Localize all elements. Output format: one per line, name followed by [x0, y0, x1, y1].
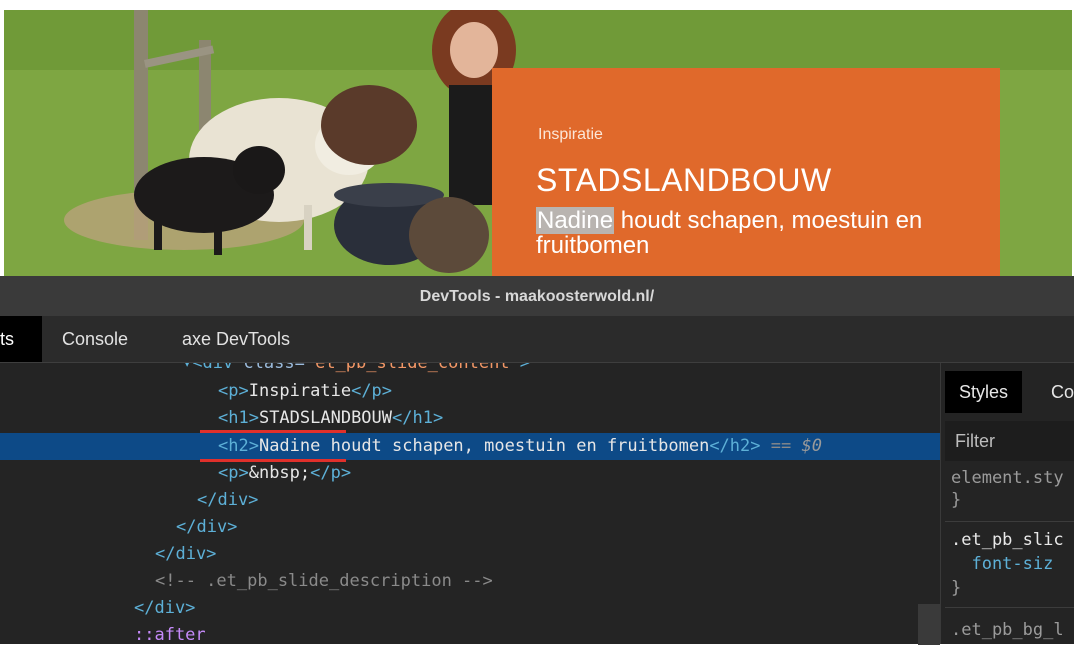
- rule-element-style-close: }: [951, 490, 962, 510]
- styles-filter-input[interactable]: [945, 421, 1074, 461]
- hero-subtitle: Nadine houdt schapen, moestuin en fruitb…: [536, 207, 936, 258]
- dom-node-div-slide-content[interactable]: ▾<div class="et_pb_slide_content">: [182, 363, 940, 377]
- tab-elements[interactable]: ts: [0, 316, 42, 362]
- devtools-tab-bar: ts Console axe DevTools: [0, 316, 1074, 363]
- tab-axe-devtools[interactable]: axe DevTools: [168, 316, 304, 362]
- tab-console[interactable]: Console: [48, 316, 142, 362]
- elements-scrollbar[interactable]: [918, 604, 940, 645]
- styles-sidebar: Styles Co element.sty } .et_pb_slic font…: [940, 363, 1074, 644]
- dom-node-close-div-1[interactable]: </div>: [197, 487, 940, 514]
- dom-node-comment[interactable]: <!-- .et_pb_slide_description -->: [155, 568, 940, 595]
- rule-divider: [945, 521, 1074, 522]
- elements-panel: ▾<div class="et_pb_slide_content"> <p>In…: [0, 363, 940, 644]
- hero-subtitle-highlight: Nadine: [536, 207, 615, 234]
- dom-node-after-pseudo[interactable]: ::after: [134, 622, 940, 644]
- tab-computed[interactable]: Co: [1037, 371, 1074, 413]
- hero-banner: Inspiratie STADSLANDBOUW Nadine houdt sc…: [4, 10, 1072, 276]
- rule-divider-2: [945, 607, 1074, 608]
- dom-node-close-div-2[interactable]: </div>: [176, 514, 940, 541]
- sidebar-tab-bar: Styles Co: [941, 363, 1074, 413]
- rule-slide-property[interactable]: font-siz: [951, 553, 1053, 575]
- dom-node-p-nbsp[interactable]: <p>&nbsp;</p>: [218, 460, 940, 487]
- hero-kicker: Inspiratie: [538, 126, 603, 143]
- rule-element-style-selector: element.sty: [951, 468, 1064, 488]
- dom-node-p-inspiratie[interactable]: <p>Inspiratie</p>: [218, 378, 940, 405]
- rule-bg-selector[interactable]: .et_pb_bg_l: [951, 619, 1064, 641]
- dom-node-h1[interactable]: <h1>STADSLANDBOUW</h1>: [218, 405, 940, 432]
- dom-node-h2-selected[interactable]: <h2>Nadine houdt schapen, moestuin en fr…: [0, 433, 940, 460]
- rule-slide-selector[interactable]: .et_pb_slic: [951, 529, 1064, 551]
- dom-node-close-div-4[interactable]: </div>: [134, 595, 940, 622]
- hero-text-overlay: Inspiratie STADSLANDBOUW Nadine houdt sc…: [492, 68, 1000, 276]
- hero-title: STADSLANDBOUW: [536, 162, 832, 198]
- annotation-underline-top: [200, 430, 346, 433]
- devtools-window-title: DevTools - maakoosterwold.nl/: [0, 276, 1074, 317]
- rule-slide-close: }: [951, 578, 962, 598]
- tab-styles[interactable]: Styles: [945, 371, 1023, 413]
- dom-node-close-div-3[interactable]: </div>: [155, 541, 940, 568]
